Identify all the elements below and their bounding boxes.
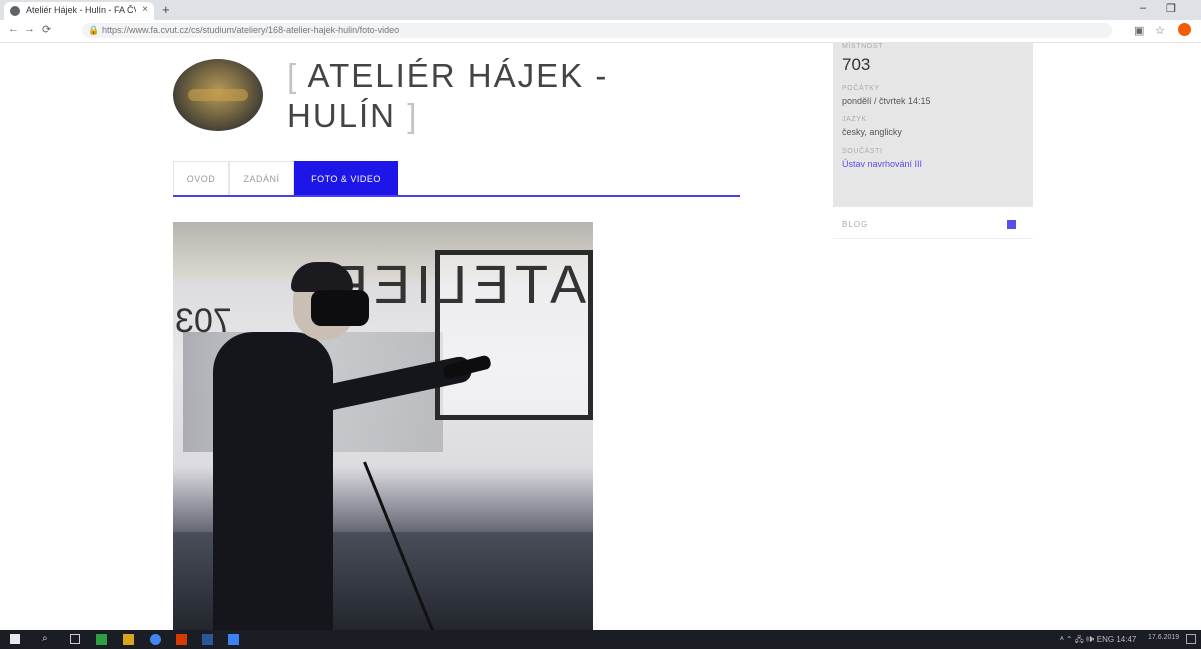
reload-icon[interactable]: ⟳ bbox=[42, 23, 51, 36]
browser-tab-bar: Ateliér Hájek - Hulín - FA ČVUT × + – ❐ bbox=[0, 0, 1201, 20]
windows-taskbar: ⌕ ᴬ ⌃ 🖧 🕪 ENG 14:47 17.6.2019 bbox=[0, 630, 1201, 649]
tab-close-icon[interactable]: × bbox=[142, 4, 148, 15]
studio-info-box: MÍSTNOST 703 POČÁTKY pondělí / čtvrtek 1… bbox=[833, 42, 1033, 207]
profile-avatar-icon[interactable] bbox=[1178, 23, 1191, 36]
maximize-icon[interactable]: ❐ bbox=[1166, 2, 1176, 15]
task-view-icon[interactable] bbox=[70, 634, 80, 644]
language-value: česky, anglicky bbox=[842, 127, 902, 137]
photo-wall-number: 703 bbox=[175, 302, 232, 340]
page-title: [ ATELIÉR HÁJEK - HULÍN ] bbox=[287, 56, 608, 136]
bookmark-star-icon[interactable]: ☆ bbox=[1155, 24, 1165, 37]
browser-toolbar: ← → ⟳ 🔒 https://www.fa.cvut.cz/cs/studiu… bbox=[0, 20, 1201, 43]
photo-person bbox=[213, 332, 333, 630]
office-icon[interactable] bbox=[176, 634, 187, 645]
minimize-icon[interactable]: – bbox=[1140, 2, 1146, 14]
studio-logo-image bbox=[173, 59, 263, 131]
title-bracket-close: ] bbox=[407, 97, 419, 134]
blog-row[interactable]: BLOG bbox=[833, 212, 1033, 239]
title-line-2: HULÍN bbox=[287, 97, 397, 134]
blog-label: BLOG bbox=[842, 220, 869, 229]
file-explorer-icon[interactable] bbox=[123, 634, 134, 645]
notifications-icon[interactable] bbox=[1186, 634, 1196, 644]
chrome-icon[interactable] bbox=[150, 634, 161, 645]
lock-icon: 🔒 bbox=[88, 25, 100, 35]
windows-start-icon[interactable] bbox=[10, 634, 20, 644]
browser-tab[interactable]: Ateliér Hájek - Hulín - FA ČVUT × bbox=[4, 2, 154, 20]
store-icon[interactable] bbox=[96, 634, 107, 645]
tab-foto-video[interactable]: FOTO & VIDEO bbox=[294, 161, 398, 195]
globe-icon bbox=[10, 6, 20, 16]
browser-tab-title: Ateliér Hájek - Hulín - FA ČVUT bbox=[26, 5, 136, 15]
department-label: SOUČÁSTI bbox=[842, 148, 883, 155]
room-label: MÍSTNOST bbox=[842, 43, 883, 50]
title-bracket-open: [ bbox=[287, 57, 299, 94]
word-icon[interactable] bbox=[202, 634, 213, 645]
department-link[interactable]: Ústav navrhování III bbox=[842, 159, 922, 169]
search-icon[interactable]: ⌕ bbox=[42, 633, 48, 644]
page-tabs: OVOD ZADÁNÍ FOTO & VIDEO bbox=[173, 161, 740, 197]
gallery-photo-vr[interactable]: ATELIER 703 bbox=[173, 222, 593, 630]
tab-ovod[interactable]: OVOD bbox=[173, 161, 229, 195]
time-value: pondělí / čtvrtek 14:15 bbox=[842, 96, 931, 106]
time-label: POČÁTKY bbox=[842, 85, 880, 92]
extension-icon[interactable]: ▣ bbox=[1134, 24, 1144, 37]
url-text[interactable]: https://www.fa.cvut.cz/cs/studium/atelie… bbox=[102, 25, 399, 35]
title-line-1: ATELIÉR HÁJEK - bbox=[307, 57, 609, 94]
rss-icon[interactable] bbox=[1007, 220, 1016, 229]
tray-date[interactable]: 17.6.2019 bbox=[1148, 634, 1179, 641]
forward-icon[interactable]: → bbox=[24, 23, 35, 35]
app-icon[interactable] bbox=[228, 634, 239, 645]
tab-zadani[interactable]: ZADÁNÍ bbox=[229, 161, 294, 195]
back-icon[interactable]: ← bbox=[8, 23, 19, 35]
address-bar[interactable]: 🔒 https://www.fa.cvut.cz/cs/studium/atel… bbox=[82, 23, 1112, 38]
system-tray[interactable]: ᴬ ⌃ 🖧 🕪 ENG 14:47 bbox=[1060, 634, 1136, 648]
new-tab-button[interactable]: + bbox=[162, 2, 170, 17]
room-value: 703 bbox=[842, 55, 871, 74]
language-label: JAZYK bbox=[842, 116, 867, 123]
photo-vr-headset bbox=[311, 290, 369, 326]
